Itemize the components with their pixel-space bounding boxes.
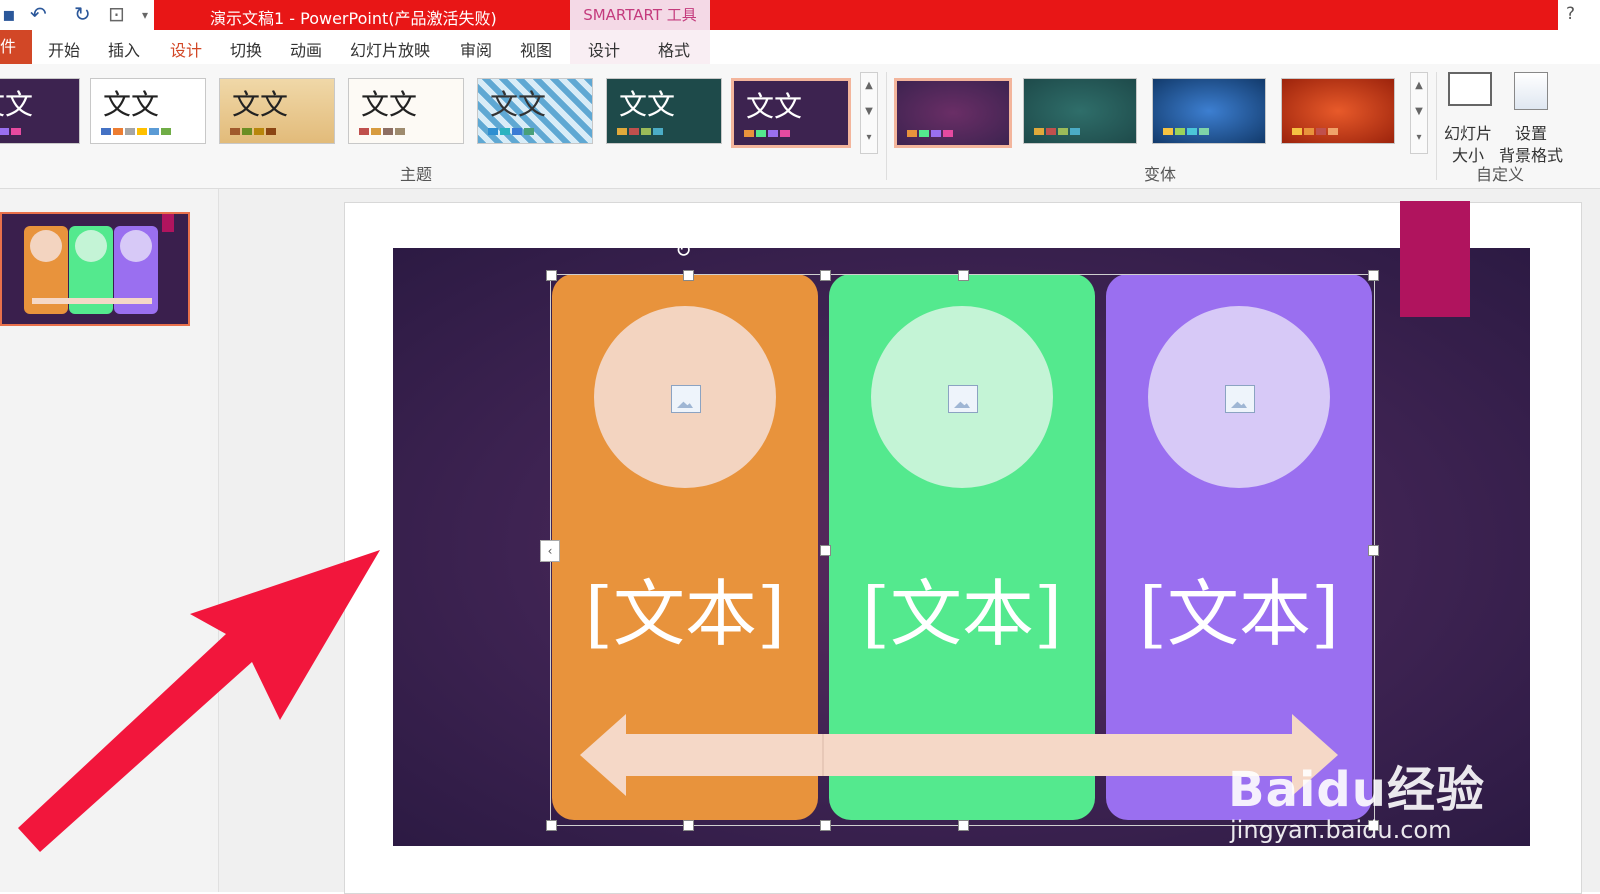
variant-thumb-purple[interactable] (894, 78, 1012, 148)
themes-group-label: 主题 (400, 165, 433, 184)
tab-insert[interactable]: 插入 (108, 37, 140, 61)
resize-handle[interactable] (958, 820, 969, 831)
slide-size-button[interactable]: 幻灯片 大小 (1440, 70, 1496, 165)
thumb-circle (120, 230, 152, 262)
variant-thumb-orange[interactable] (1281, 78, 1395, 144)
ribbon-tab-row: 件 开始 插入 设计 切换 动画 幻灯片放映 审阅 视图 设计 格式 (0, 30, 1600, 64)
thumb-arrow (32, 298, 152, 304)
themes-gallery-scroll[interactable]: ▲ ▼ ▾ (860, 72, 878, 154)
thumb-tag (162, 214, 174, 232)
tab-design[interactable]: 设计 (170, 37, 202, 61)
theme-sample-text: 文文 (0, 88, 34, 121)
accent-tag (1400, 201, 1470, 317)
scroll-up-icon[interactable]: ▲ (861, 73, 877, 99)
thumb-circle (75, 230, 107, 262)
watermark-logo: Baidu经验 (1228, 762, 1485, 818)
watermark-url: jingyan.baidu.com (1230, 816, 1452, 844)
tab-smartart-format[interactable]: 格式 (658, 37, 690, 61)
resize-handle[interactable] (1368, 545, 1379, 556)
ribbon: 文文 文文 文文 文文 文文 文文 文文 ▲ ▼ ▾ 主题 (0, 64, 1600, 189)
tab-transitions[interactable]: 切换 (230, 37, 262, 61)
scroll-up-icon[interactable]: ▲ (1411, 73, 1427, 99)
theme-thumb-1[interactable]: 文文 (0, 78, 80, 144)
thumb-circle (30, 230, 62, 262)
customize-group-label: 自定义 (1476, 165, 1525, 184)
title-bar: ▪ ↶ ↻ ⊡ ▾ 演示文稿1 - PowerPoint(产品激活失败) SMA… (0, 0, 1600, 30)
tab-review[interactable]: 审阅 (460, 37, 492, 61)
tab-home[interactable]: 开始 (48, 37, 80, 61)
theme-thumb-pattern[interactable]: 文文 (477, 78, 593, 144)
slide-size-label-1: 幻灯片 (1443, 124, 1492, 143)
variants-group-label: 变体 (1144, 165, 1177, 184)
resize-handle[interactable] (683, 820, 694, 831)
red-annotation-arrow (18, 550, 380, 852)
resize-handle[interactable] (820, 820, 831, 831)
rotate-handle-icon[interactable]: ↻ (675, 238, 692, 262)
help-button[interactable]: ? (1566, 4, 1575, 24)
text-pane-toggle-icon[interactable]: ‹ (540, 540, 560, 562)
format-background-label-1: 设置 (1514, 124, 1547, 143)
theme-sample-text: 文文 (361, 88, 418, 121)
scroll-down-icon[interactable]: ▼ (1411, 99, 1427, 125)
slide-thumbnail-1[interactable] (0, 212, 190, 326)
theme-sample-text: 文文 (619, 88, 676, 121)
resize-handle[interactable] (820, 270, 831, 281)
format-background-button[interactable]: 设置 背景格式 (1496, 70, 1566, 165)
undo-icon[interactable]: ↶ (30, 2, 47, 26)
qat-customize-icon[interactable]: ▾ (142, 8, 148, 22)
smartart-selection-border (550, 274, 1375, 826)
resize-handle[interactable] (546, 820, 557, 831)
variant-thumb-teal[interactable] (1023, 78, 1137, 144)
redo-icon[interactable]: ↻ (74, 2, 91, 26)
resize-handle[interactable] (683, 270, 694, 281)
resize-handle[interactable] (1368, 270, 1379, 281)
tab-view[interactable]: 视图 (520, 37, 552, 61)
gallery-more-icon[interactable]: ▾ (861, 125, 877, 151)
tab-animations[interactable]: 动画 (290, 37, 322, 61)
window-title: 演示文稿1 - PowerPoint(产品激活失败) (210, 9, 497, 28)
resize-handle[interactable] (546, 270, 557, 281)
theme-sample-text: 文文 (746, 90, 803, 123)
variants-gallery-scroll[interactable]: ▲ ▼ ▾ (1410, 72, 1428, 154)
slide-size-icon (1448, 72, 1492, 106)
theme-thumb-selected[interactable]: 文文 (731, 78, 851, 148)
theme-sample-text: 文文 (232, 88, 289, 121)
resize-handle[interactable] (958, 270, 969, 281)
scroll-down-icon[interactable]: ▼ (861, 99, 877, 125)
theme-thumb-teal[interactable]: 文文 (606, 78, 722, 144)
save-icon[interactable]: ▪ (2, 2, 16, 26)
tab-slideshow[interactable]: 幻灯片放映 (350, 37, 430, 61)
group-divider (886, 72, 887, 180)
theme-sample-text: 文文 (490, 88, 547, 121)
theme-thumb-wood[interactable]: 文文 (219, 78, 335, 144)
gallery-more-icon[interactable]: ▾ (1411, 125, 1427, 151)
theme-sample-text: 文文 (103, 88, 160, 121)
theme-thumb-retro[interactable]: 文文 (348, 78, 464, 144)
presenter-icon[interactable]: ⊡ (108, 2, 125, 26)
smartart-tools-context-label: SMARTART 工具 (570, 0, 710, 30)
group-divider (1436, 72, 1437, 180)
theme-thumb-office[interactable]: 文文 (90, 78, 206, 144)
variant-thumb-blue[interactable] (1152, 78, 1266, 144)
tab-file[interactable]: 件 (0, 30, 32, 64)
resize-handle[interactable] (820, 545, 831, 556)
tab-smartart-design[interactable]: 设计 (588, 37, 620, 61)
format-background-icon (1514, 72, 1548, 110)
